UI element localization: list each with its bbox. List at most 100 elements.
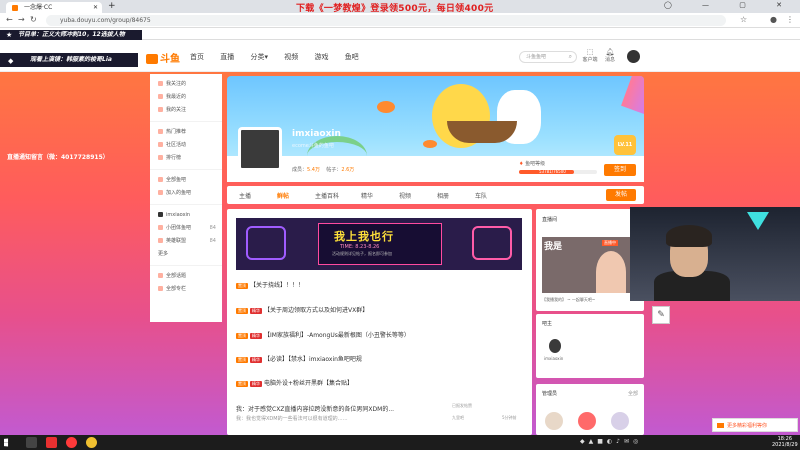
app-taskbar-icon[interactable] [46,437,57,448]
tab-album[interactable]: 相册 [437,191,449,200]
owner-name[interactable]: imxiaoxin [544,356,563,361]
live-badge: 直播中 [602,240,618,246]
sidebar-item-joined[interactable]: 加入的鱼吧 [150,187,222,200]
reload-icon[interactable]: ↻ [30,15,37,24]
tab-title: 一念爆·CC [24,4,53,11]
nav-live[interactable]: 直播 [220,53,234,61]
level-label: ♦ 鱼吧等级 [519,160,545,167]
close-tab-icon[interactable]: ✕ [93,2,98,13]
sidebar-item-count: 84 [209,225,216,231]
sidebar-item-group[interactable]: 小团体鱼吧 84 [150,222,222,235]
follow-icon [158,81,163,86]
profile-icon[interactable]: ● [770,15,777,24]
post-item[interactable]: 置顶 精华 【关于周边领取方式以及如何进VX群】 [236,305,368,314]
level-progress-bar: 53781/76500 [519,169,597,174]
clock-icon [158,94,163,99]
chrome-taskbar-icon[interactable] [86,437,97,448]
edit-post-button[interactable]: ✎ [652,306,670,324]
group-stats: 成员：5.4万 帖子：2.6万 [292,166,354,173]
sidebar-item-columns[interactable]: 全部专栏 [150,283,222,296]
nav-yuba[interactable]: 鱼吧 [345,53,359,61]
diamond-decoration [747,212,769,230]
tab-wiki[interactable]: 主播百科 [315,191,339,200]
post-button[interactable]: 发帖 [606,189,636,201]
forward-icon[interactable]: → [18,15,25,24]
star-icon[interactable]: ☆ [740,15,747,24]
post-title: 电脑外设+粉丝开黑群【集合贴】 [264,380,354,387]
moderators-more-link[interactable]: 全部 [628,390,638,397]
sidebar-item-events[interactable]: 社区活动 [150,139,222,152]
messages-button[interactable]: 🔔︎ 消息 [600,48,620,63]
nav-video[interactable]: 视频 [284,53,298,61]
search-icon[interactable]: ⌕ [569,52,572,62]
group-avatar[interactable] [238,127,282,171]
browser-tab[interactable]: 一念爆·CC ✕ [6,2,102,13]
live-caption[interactable]: 【我播我的】 ~ 一起聊天吧~ [542,297,595,303]
pinned-tag: 置顶 [236,307,248,314]
tab-video[interactable]: 视频 [399,191,411,200]
nav-home[interactable]: 首页 [190,53,204,61]
douyu-favicon-icon [12,5,18,11]
app-taskbar-icon[interactable] [66,437,77,448]
tab-fresh[interactable]: 鲜帖 [277,191,289,200]
sidebar-item-topics[interactable]: 全部话题 [150,270,222,283]
post-item[interactable]: 置顶 精华 电脑外设+粉丝开黑群【集合贴】 [236,378,353,387]
post-item[interactable]: 置顶 精华 【IM家族福利】-AmongUs最新根图（小丑警长等等） [236,330,410,339]
sidebar-item-hot[interactable]: 热门推荐 [150,126,222,139]
floating-promo-text: 更多精彩福利等你 [727,423,768,429]
back-icon[interactable]: ← [6,15,13,24]
sign-in-button[interactable]: 签到 [604,164,636,176]
url-field[interactable]: yuba.douyu.com/group/84675 [46,15,726,26]
sidebar-item-lol[interactable]: 英雄联盟 84 [150,235,222,248]
owner-avatar[interactable] [549,339,561,353]
moderator-avatar[interactable] [578,412,596,430]
user-avatar[interactable] [627,50,640,63]
sidebar-item-ranking[interactable]: 排行榜 [150,152,222,165]
group-name: imxiaoxin [292,129,341,139]
site-logo[interactable]: 斗鱼 [146,50,180,65]
level-icon: ♦ [519,161,524,167]
sidebar-item-label: 加入的鱼吧 [166,190,192,196]
live-thumb-text: 我是 [544,242,563,252]
floating-promo[interactable]: 更多精彩福利等你 [712,418,798,432]
windows-start-icon[interactable] [4,438,9,447]
new-tab-button[interactable]: + [108,1,116,11]
sidebar-item-more[interactable]: 更多 [150,248,222,261]
flag-icon [158,142,163,147]
post-item[interactable]: 置顶 【关于挠线】！！！ [236,280,304,289]
live-room-title: 直播间 [542,217,558,223]
sidebar-item-my-follow[interactable]: 我的关注 [150,104,222,117]
sidebar-item-imxiaoxin[interactable]: imxiaoxin [150,209,222,222]
members-value: 5.4万 [307,167,320,173]
post-title: 【关于挠线】！！！ [250,282,305,289]
sidebar-item-label: 热门推荐 [166,129,187,135]
tab-team[interactable]: 车队 [475,191,487,200]
nav-category[interactable]: 分类▾ [250,53,268,61]
stream-overlay-second: ◆ 观看上演镜：韩服素的梭哥Lia [0,53,138,67]
tab-anchor[interactable]: 主播 [239,191,251,200]
diamond-icon: ◆ [8,57,14,65]
sidebar-item-following[interactable]: 我关注的 [150,78,222,91]
moderator-avatar[interactable] [611,412,629,430]
window-controls[interactable]: ◯ — ▢ ✕ [664,1,796,9]
post-item-title[interactable]: 我：对于感觉CXZ直播内容拉跨没新意的各位男同XDM的... [236,404,394,413]
sidebar-item-all-yuba[interactable]: 全部鱼吧 [150,174,222,187]
menu-icon[interactable]: ⋮ [786,15,794,24]
post-item[interactable]: 置顶 精华 【必读】【禁水】imxiaoxin鱼吧吧规 [236,354,362,363]
live-thumbnail[interactable]: 我是 直播中 [542,237,630,293]
client-download-button[interactable]: ⬚ 客户端 [580,48,600,63]
search-taskbar-icon[interactable] [26,437,37,448]
sidebar-item-recent[interactable]: 我最近的 [150,91,222,104]
system-tray[interactable]: ◆▲■◐♪✉◎ [580,438,642,445]
tab-essence[interactable]: 精华 [361,191,373,200]
search-input[interactable]: 斗鱼鱼吧 ⌕ [519,51,577,63]
essence-tag: 精华 [250,307,262,314]
event-subtitle: 活动规则详见帖子，报名即可参加 [332,251,392,256]
event-banner[interactable]: 我上我也行 TIME: 8.23-8.26 活动规则详见帖子，报名即可参加 [236,218,522,270]
nav-game[interactable]: 游戏 [314,53,328,61]
post-time: 5分钟前 [502,415,517,420]
clock[interactable]: 18:26 2021/8/29 [772,436,798,448]
moderator-avatar[interactable] [545,412,563,430]
post-author[interactable]: 九里吧 [452,415,464,421]
post-title: 【必读】【禁水】imxiaoxin鱼吧吧规 [264,356,362,363]
